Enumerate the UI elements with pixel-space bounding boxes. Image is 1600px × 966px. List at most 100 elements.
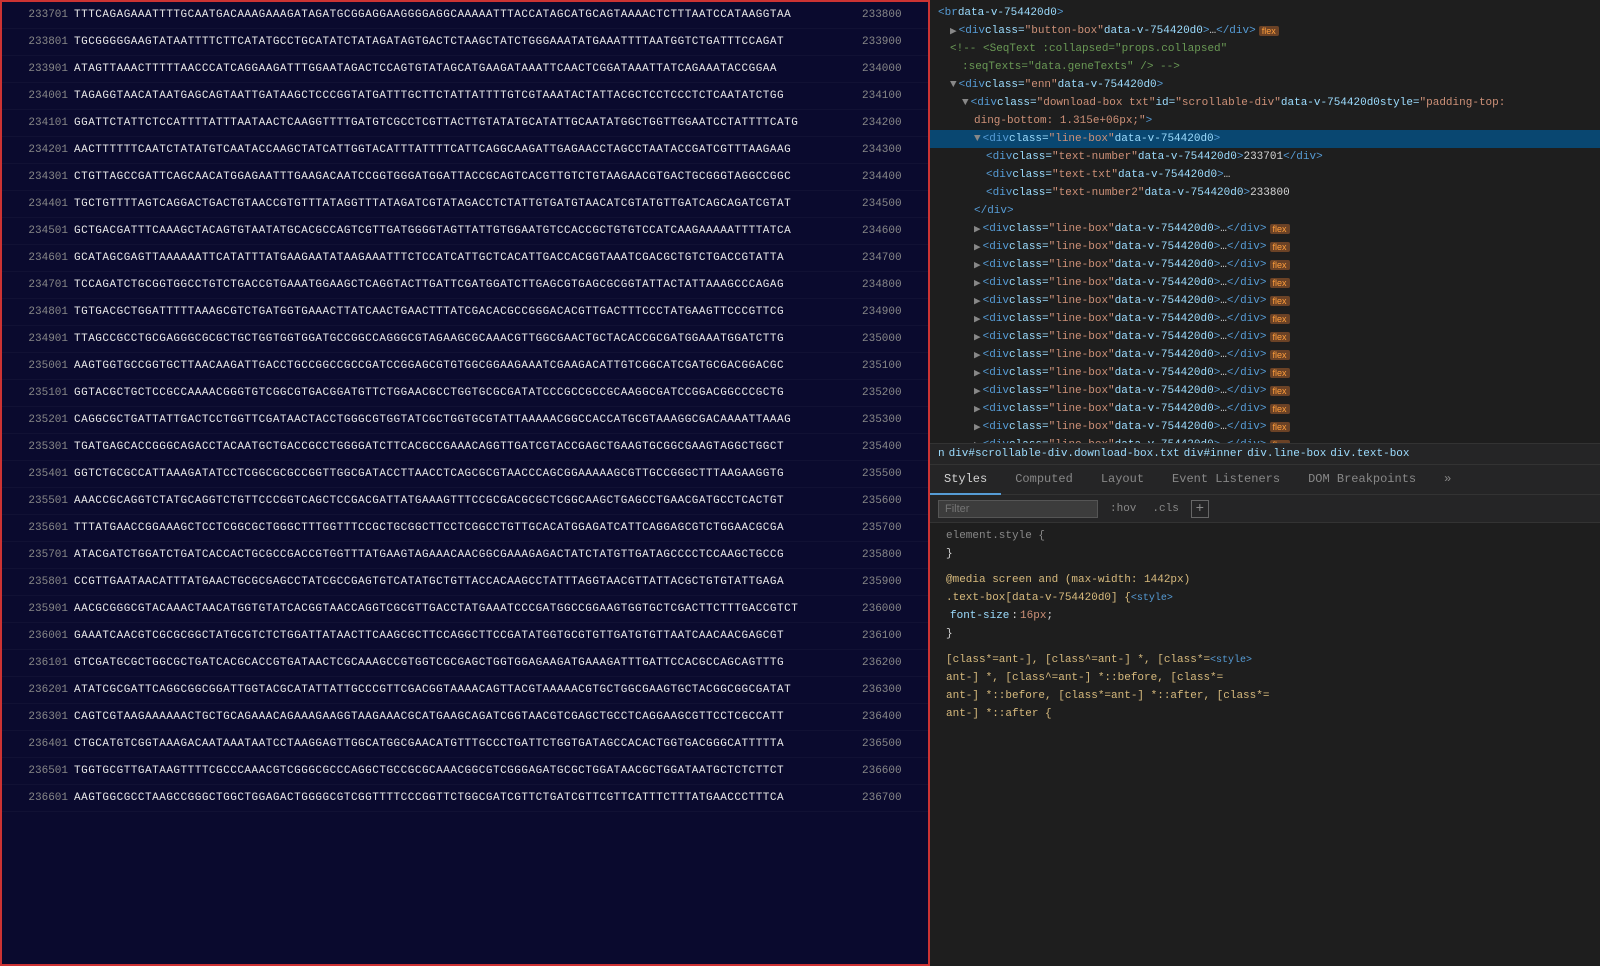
- dom-tree-line[interactable]: <div class="text-number2" data-v-754420d…: [930, 184, 1600, 202]
- tab-more[interactable]: »: [1430, 465, 1465, 495]
- pseudo-hover-button[interactable]: :hov: [1106, 501, 1140, 517]
- dom-tree-line[interactable]: <!-- <SeqText :collapsed="props.collapse…: [930, 40, 1600, 58]
- dom-tree-line[interactable]: :seqTexts="data.geneTexts" /> -->: [930, 58, 1600, 76]
- sequence-text: TGTGACGCTGGATTTTTAAAGCGTCTGATGGTGAAACTTA…: [74, 306, 856, 318]
- dom-tree-line[interactable]: ▶ <div class="line-box" data-v-754420d0>…: [930, 328, 1600, 346]
- sequence-viewer: 233701TTTCAGAGAAATTTTGCAATGACAAAGAAAGATA…: [0, 0, 930, 966]
- right-line-number: 235800: [856, 549, 928, 561]
- sequence-text: CCGTTGAATAACATTTATGAACTGCGCGAGCCTATCGCCG…: [74, 576, 856, 588]
- sequence-row: 234101GGATTCTATTCTCCATTTTATTTAATAACTCAAG…: [2, 110, 928, 137]
- dom-tree-line[interactable]: ▶ <div class="line-box" data-v-754420d0>…: [930, 274, 1600, 292]
- right-line-number: 235600: [856, 495, 928, 507]
- left-line-number: 234301: [2, 171, 74, 183]
- sequence-text: ATAGTTAAACTTTTTAACCCATCAGGAAGATTTGGAATAG…: [74, 63, 856, 75]
- left-line-number: 234001: [2, 90, 74, 102]
- sequence-row: 236101GTCGATGCGCTGGCGCTGATCACGCACCGTGATA…: [2, 650, 928, 677]
- dom-tree-line[interactable]: ▶ <div class="line-box" data-v-754420d0>…: [930, 256, 1600, 274]
- left-line-number: 236001: [2, 630, 74, 642]
- dom-tree-line[interactable]: <div class="text-number" data-v-754420d0…: [930, 148, 1600, 166]
- sequence-text: GGTCTGCGCCATTAAAGATATCCTCGGCGCGCCGGTTGGC…: [74, 468, 856, 480]
- right-line-number: 234600: [856, 225, 928, 237]
- tab-dom-breakpoints[interactable]: DOM Breakpoints: [1294, 465, 1430, 495]
- dom-tree-line[interactable]: ▶ <div class="line-box" data-v-754420d0>…: [930, 364, 1600, 382]
- right-line-number: 236300: [856, 684, 928, 696]
- left-line-number: 234501: [2, 225, 74, 237]
- sequence-row: 235001AAGTGGTGCCGGTGCTTAACAAGATTGACCTGCC…: [2, 353, 928, 380]
- right-line-number: 236400: [856, 711, 928, 723]
- dom-tree-line[interactable]: ▶ <div class="line-box" data-v-754420d0>…: [930, 418, 1600, 436]
- dom-tree-line[interactable]: ▶ <div class="line-box" data-v-754420d0>…: [930, 292, 1600, 310]
- close-brace: }: [946, 628, 953, 640]
- tab-styles[interactable]: Styles: [930, 465, 1001, 495]
- dom-tree-line[interactable]: </div>: [930, 202, 1600, 220]
- dom-tree-line[interactable]: ▼ <div class="line-box" data-v-754420d0>: [930, 130, 1600, 148]
- breadcrumb-item[interactable]: div#inner: [1184, 448, 1243, 460]
- dom-tree-line[interactable]: ▶ <div class="line-box" data-v-754420d0>…: [930, 238, 1600, 256]
- dom-tree-line[interactable]: ▶ <div class="button-box" data-v-754420d…: [930, 22, 1600, 40]
- right-line-number: 235500: [856, 468, 928, 480]
- devtools-panel: <br data-v-754420d0>▶ <div class="button…: [930, 0, 1600, 966]
- sequence-row: 233701TTTCAGAGAAATTTTGCAATGACAAAGAAAGATA…: [2, 2, 928, 29]
- left-line-number: 233801: [2, 36, 74, 48]
- sequence-row: 235101GGTACGCTGCTCCGCCAAAACGGGTGTCGGCGTG…: [2, 380, 928, 407]
- dom-tree-line[interactable]: ▼ <div class="enn" data-v-754420d0>: [930, 76, 1600, 94]
- dom-tree-line[interactable]: ding-bottom: 1.315e+06px;">: [930, 112, 1600, 130]
- media-query-block: @media screen and (max-width: 1442px) .t…: [938, 571, 1592, 643]
- right-line-number: 234800: [856, 279, 928, 291]
- ant-selector-line1: [class*=ant-], [class^=ant-] *, [class*=…: [938, 651, 1592, 669]
- tabs-row: Styles Computed Layout Event Listeners D…: [930, 465, 1600, 495]
- breadcrumb-item[interactable]: n: [938, 448, 945, 460]
- ant-selector: [class*=ant-], [class^=ant-] *, [class*=: [946, 654, 1210, 666]
- dom-tree-line[interactable]: ▶ <div class="line-box" data-v-754420d0>…: [930, 310, 1600, 328]
- dom-tree-line[interactable]: ▶ <div class="line-box" data-v-754420d0>…: [930, 400, 1600, 418]
- style-source[interactable]: <style>: [1131, 593, 1173, 604]
- add-style-button[interactable]: +: [1191, 500, 1209, 518]
- dom-tree-line[interactable]: ▶ <div class="line-box" data-v-754420d0>…: [930, 220, 1600, 238]
- right-line-number: 234500: [856, 198, 928, 210]
- sequence-text: AACGCGGGCGTACAAACTAACATGGTGTATCACGGTAACC…: [74, 603, 856, 615]
- media-query-line: @media screen and (max-width: 1442px): [938, 571, 1592, 589]
- sequence-text: AACTTTTTTCAATCTATATGTCAATACCAAGCTATCATTG…: [74, 144, 856, 156]
- dom-tree-line[interactable]: ▶ <div class="line-box" data-v-754420d0>…: [930, 346, 1600, 364]
- breadcrumb-item[interactable]: div#scrollable-div.download-box.txt: [949, 448, 1180, 460]
- ant-selector-cont3: ant-] *::after {: [946, 708, 1052, 720]
- sequence-text: ATACGATCTGGATCTGATCACCACTGCGCCGACCGTGGTT…: [74, 549, 856, 561]
- left-line-number: 235401: [2, 468, 74, 480]
- dom-tree-line[interactable]: ▶ <div class="line-box" data-v-754420d0>…: [930, 436, 1600, 443]
- sequence-text: TCCAGATCTGCGGTGGCCTGTCTGACCGTGAAATGGAAGC…: [74, 279, 856, 291]
- sequence-row: 234401TGCTGTTTTAGTCAGGACTGACTGTAACCGTGTT…: [2, 191, 928, 218]
- sequence-text: AAGTGGTGCCGGTGCTTAACAAGATTGACCTGCCGGCCGC…: [74, 360, 856, 372]
- sequence-row: 233901ATAGTTAAACTTTTTAACCCATCAGGAAGATTTG…: [2, 56, 928, 83]
- sequence-row: 235701ATACGATCTGGATCTGATCACCACTGCGCCGACC…: [2, 542, 928, 569]
- dom-tree-line[interactable]: <br data-v-754420d0>: [930, 4, 1600, 22]
- dom-tree-line[interactable]: ▶ <div class="line-box" data-v-754420d0>…: [930, 382, 1600, 400]
- left-line-number: 235501: [2, 495, 74, 507]
- left-line-number: 234601: [2, 252, 74, 264]
- dom-tree-line[interactable]: ▼ <div class="download-box txt" id="scro…: [930, 94, 1600, 112]
- sequence-text: GCATAGCGAGTTAAAAAATTCATATTTATGAAGAATATAA…: [74, 252, 856, 264]
- sequence-row: 234601GCATAGCGAGTTAAAAAATTCATATTTATGAAGA…: [2, 245, 928, 272]
- tab-computed[interactable]: Computed: [1001, 465, 1087, 495]
- breadcrumb-item[interactable]: div.text-box: [1330, 448, 1409, 460]
- left-line-number: 236301: [2, 711, 74, 723]
- sequence-row: 235201CAGGCGCTGATTATTGACTCCTGGTTCGATAACT…: [2, 407, 928, 434]
- ant-selector-line4: ant-] *::after {: [938, 705, 1592, 723]
- sequence-text: CAGGCGCTGATTATTGACTCCTGGTTCGATAACTACCTGG…: [74, 414, 856, 426]
- sequence-row: 234801TGTGACGCTGGATTTTTAAAGCGTCTGATGGTGA…: [2, 299, 928, 326]
- dom-tree-line[interactable]: <div class="text-txt" data-v-754420d0>…: [930, 166, 1600, 184]
- right-line-number: 236600: [856, 765, 928, 777]
- sequence-text: TGATGAGCACCGGGCAGACCTACAATGCTGACCGCCTGGG…: [74, 441, 856, 453]
- tab-layout[interactable]: Layout: [1087, 465, 1158, 495]
- ant-selector-cont: ant-] *, [class^=ant-] *::before, [class…: [946, 672, 1223, 684]
- cls-button[interactable]: .cls: [1148, 501, 1182, 517]
- sequence-row: 234901TTAGCCGCCTGCGAGGGCGCGCTGCTGGTGGTGG…: [2, 326, 928, 353]
- tab-event-listeners[interactable]: Event Listeners: [1158, 465, 1294, 495]
- filter-input[interactable]: [938, 500, 1098, 518]
- breadcrumb-item[interactable]: div.line-box: [1247, 448, 1326, 460]
- left-line-number: 234101: [2, 117, 74, 129]
- style-source[interactable]: <style>: [1210, 655, 1252, 666]
- sequence-row: 236001GAAATCAACGTCGCGCGGCTATGCGTCTCTGGAT…: [2, 623, 928, 650]
- left-line-number: 234801: [2, 306, 74, 318]
- right-line-number: 235900: [856, 576, 928, 588]
- right-line-number: 234200: [856, 117, 928, 129]
